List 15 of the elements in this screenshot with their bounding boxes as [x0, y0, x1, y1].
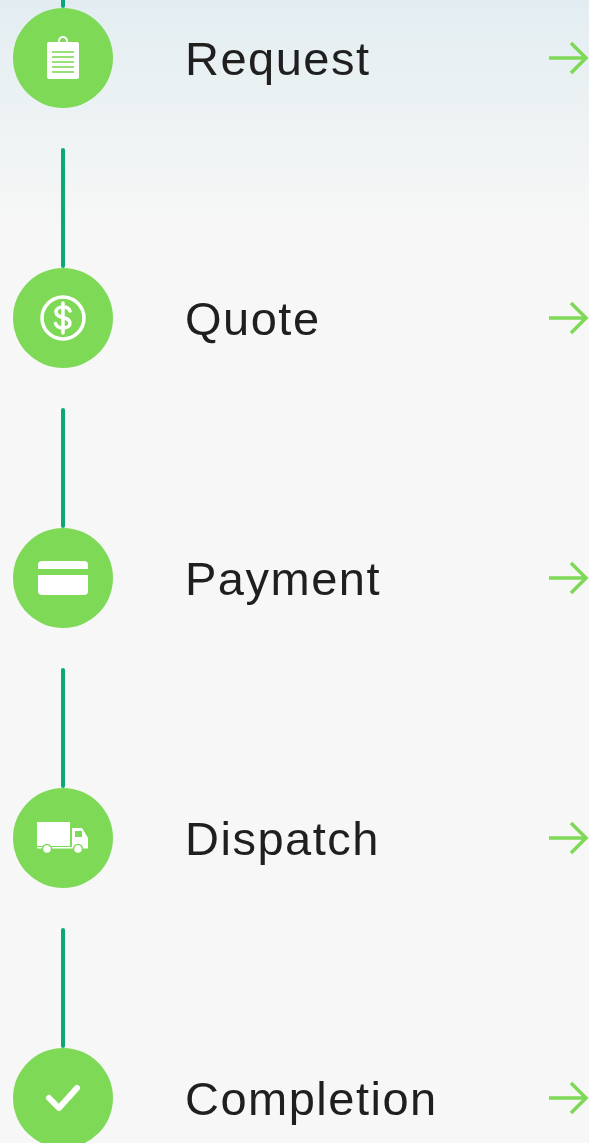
dollar-coin-icon: [39, 294, 87, 342]
step-label: Completion: [185, 1070, 438, 1126]
arrow-right-icon: [548, 821, 589, 855]
arrow-right-icon: [548, 561, 589, 595]
step-label: Quote: [185, 290, 321, 346]
truck-icon: [37, 822, 89, 854]
step-label: Request: [185, 30, 371, 86]
arrow-right-icon: [548, 41, 589, 75]
step-label: Dispatch: [185, 810, 380, 866]
arrow-right-icon: [548, 301, 589, 335]
step-label: Payment: [185, 550, 381, 606]
clipboard-icon: [46, 36, 80, 80]
arrow-right-icon: [548, 1081, 589, 1115]
card-icon: [38, 561, 88, 595]
checkmark-icon: [45, 1084, 81, 1112]
